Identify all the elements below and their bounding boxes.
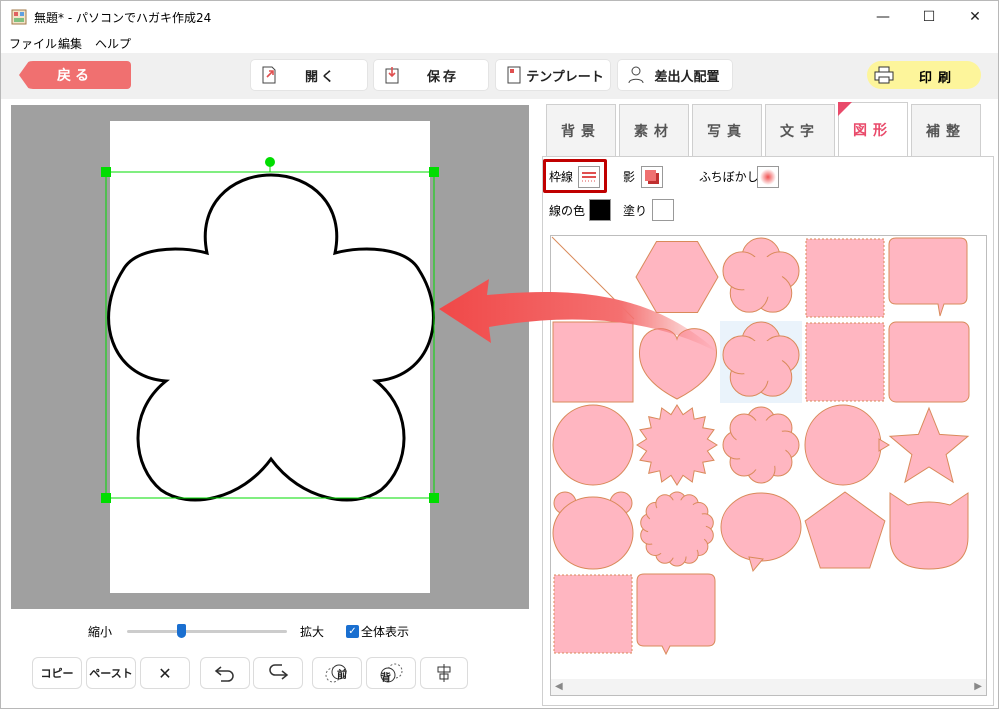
back-glyph: 背 [381, 673, 391, 684]
blur-icon [760, 169, 776, 185]
tab-bar: 背景 素材 写真 文字 図形 補整 [544, 102, 994, 158]
maximize-button[interactable]: ☐ [906, 1, 952, 33]
print-label: 印刷 [918, 71, 957, 86]
shape-square-stamp[interactable] [553, 574, 633, 654]
resize-handle-top-right[interactable] [429, 167, 439, 177]
sender-label: 差出人配置 [654, 69, 720, 85]
template-button[interactable]: テンプレート [496, 60, 610, 90]
tab-material[interactable]: 素材 [619, 104, 689, 156]
blur-label: ふちぼかし [699, 170, 759, 184]
window-title: 無題* - パソコンでハガキ作成24 [34, 11, 212, 25]
line-color-label: 線の色 [549, 204, 586, 218]
scroll-right-icon[interactable]: ▶ [974, 681, 982, 692]
menu-edit[interactable]: 編集 [58, 35, 82, 52]
tool-panel: 背景 素材 写真 文字 図形 補整 枠線 影 ふちぼかし 線の色 塗り ◀ ▶ [542, 102, 994, 706]
save-label: 保存 [426, 69, 459, 85]
align-center-button[interactable] [421, 658, 467, 688]
printer-icon [874, 66, 894, 84]
shape-circle[interactable] [552, 404, 634, 486]
menu-file[interactable]: ファイル [9, 35, 57, 52]
menu-bar: ファイル 編集 ヘルプ [1, 33, 998, 53]
delete-button[interactable]: ✕ [141, 658, 189, 688]
undo-icon [214, 666, 234, 682]
resize-handle-bottom-left[interactable] [101, 493, 111, 503]
shape-square-scallop[interactable] [805, 322, 885, 402]
resize-handle-top-left[interactable] [101, 167, 111, 177]
shape-bear-face[interactable] [552, 491, 634, 570]
fill-label: 塗り [623, 204, 648, 218]
shape-square-zigzag[interactable] [805, 238, 885, 318]
minimize-button[interactable]: — [860, 1, 906, 33]
zoom-out-label: 縮小 [88, 625, 113, 639]
shape-chrysanthemum[interactable] [640, 491, 714, 567]
print-button[interactable]: 印刷 [867, 61, 981, 89]
shadow-label: 影 [623, 170, 636, 184]
menu-help[interactable]: ヘルプ [95, 35, 131, 52]
tab-background[interactable]: 背景 [546, 104, 616, 156]
rotate-handle[interactable] [265, 157, 275, 167]
shadow-icon [645, 170, 659, 184]
border-toggle[interactable] [578, 166, 600, 188]
paste-button[interactable]: ペースト [87, 658, 135, 688]
shape-pentagon[interactable] [804, 491, 886, 569]
open-label: 開く [304, 69, 337, 85]
front-glyph: 前 [337, 670, 347, 681]
shape-speech-rect-bottom[interactable] [636, 573, 716, 656]
shape-rounded-square[interactable] [888, 321, 970, 403]
close-button[interactable]: ✕ [952, 1, 998, 33]
shape-plum-flower[interactable] [720, 321, 802, 403]
app-icon [11, 9, 27, 25]
scroll-left-icon[interactable]: ◀ [555, 681, 563, 692]
line-color-swatch[interactable] [589, 199, 611, 221]
bring-front-button[interactable]: 前 [313, 658, 361, 688]
zoom-row: 縮小 拡大 ✓ 全体表示 [1, 619, 541, 643]
annotation-arrow [439, 279, 719, 353]
shape-cat-face[interactable] [889, 492, 969, 570]
redo-icon [269, 664, 289, 680]
plum-flower-outline[interactable] [107, 173, 435, 502]
horizontal-scrollbar[interactable]: ◀ ▶ [551, 679, 986, 695]
title-bar: 無題* - パソコンでハガキ作成24 — ☐ ✕ [1, 1, 998, 33]
shape-sakura[interactable] [722, 237, 800, 313]
zoom-slider-thumb[interactable] [177, 624, 187, 638]
undo-button[interactable] [201, 658, 249, 688]
shape-speech-oval-right[interactable] [804, 404, 890, 486]
tab-corner-marker [838, 102, 852, 116]
resize-handle-bottom-right[interactable] [429, 493, 439, 503]
fill-color-swatch[interactable] [652, 199, 674, 221]
fit-label: 全体表示 [361, 625, 410, 639]
tab-adjust[interactable]: 補整 [911, 104, 981, 156]
tab-photo[interactable]: 写真 [692, 104, 762, 156]
blur-toggle[interactable] [757, 166, 779, 188]
save-button[interactable]: 保存 [374, 60, 488, 90]
shape-speech-rect-tail[interactable] [888, 237, 968, 317]
shape-speech-oval-bottom[interactable] [720, 492, 802, 573]
shapes-panel: 枠線 影 ふちぼかし 線の色 塗り ◀ ▶ [542, 156, 994, 706]
tab-text[interactable]: 文字 [765, 104, 835, 156]
send-back-button[interactable]: 背 [367, 658, 415, 688]
zoom-in-label: 拡大 [300, 625, 325, 639]
shape-star[interactable] [888, 406, 970, 484]
redo-button[interactable] [254, 658, 302, 688]
copy-button[interactable]: コピー [33, 658, 81, 688]
border-label: 枠線 [549, 170, 574, 184]
shape-flower-scallop[interactable] [722, 406, 800, 484]
fit-checkbox[interactable]: ✓ [346, 625, 359, 638]
template-label: テンプレート [526, 69, 604, 85]
zoom-slider[interactable] [127, 624, 287, 638]
app-window: 無題* - パソコンでハガキ作成24 — ☐ ✕ ファイル 編集 ヘルプ 戻る … [0, 0, 999, 709]
shape-burst[interactable] [636, 404, 718, 486]
sender-placement-button[interactable]: 差出人配置 [618, 60, 732, 90]
shadow-toggle[interactable] [641, 166, 663, 188]
back-button[interactable]: 戻る [19, 61, 131, 89]
align-center-icon [437, 664, 451, 682]
open-button[interactable]: 開く [251, 60, 367, 90]
border-lines-icon [582, 172, 596, 182]
